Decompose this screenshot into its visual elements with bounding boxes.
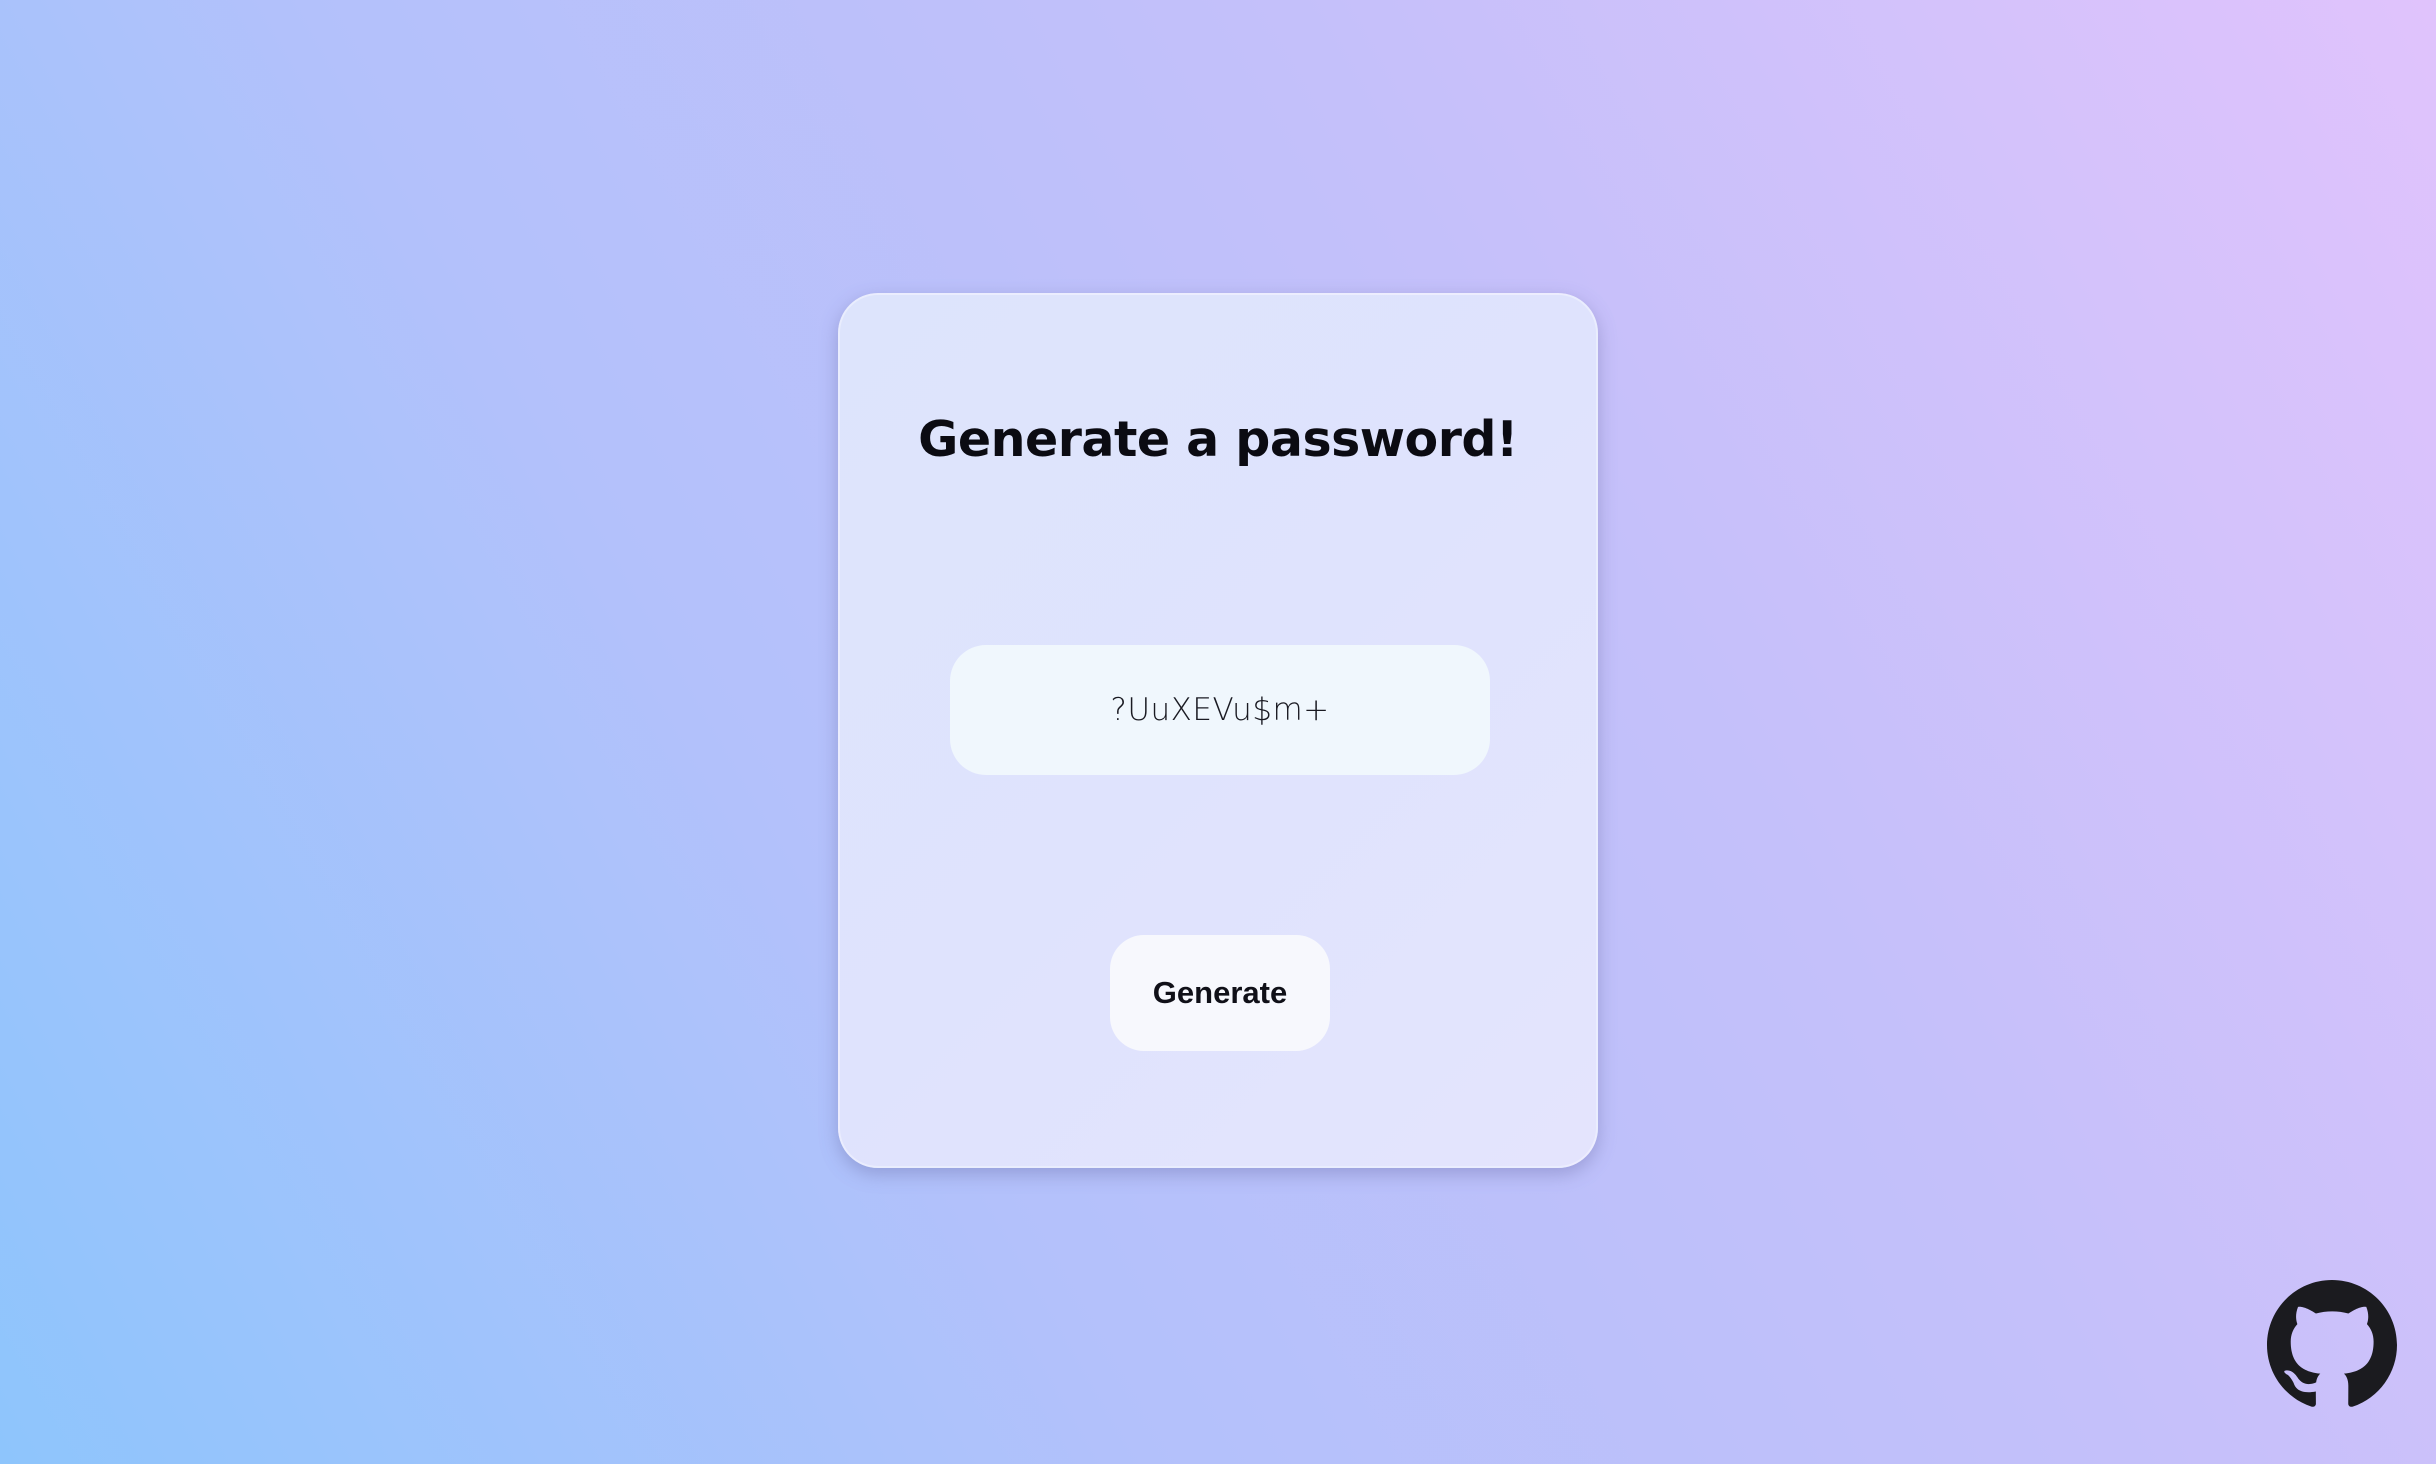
password-text: ?UuXEVu$m+	[1110, 692, 1330, 728]
password-output[interactable]: ?UuXEVu$m+	[950, 645, 1490, 775]
password-generator-card: Generate a password! ?UuXEVu$m+ Generate	[838, 293, 1598, 1168]
github-link[interactable]	[2267, 1280, 2397, 1410]
generate-button[interactable]: Generate	[1110, 935, 1330, 1051]
github-icon	[2267, 1280, 2397, 1407]
page-title: Generate a password!	[918, 411, 1518, 468]
